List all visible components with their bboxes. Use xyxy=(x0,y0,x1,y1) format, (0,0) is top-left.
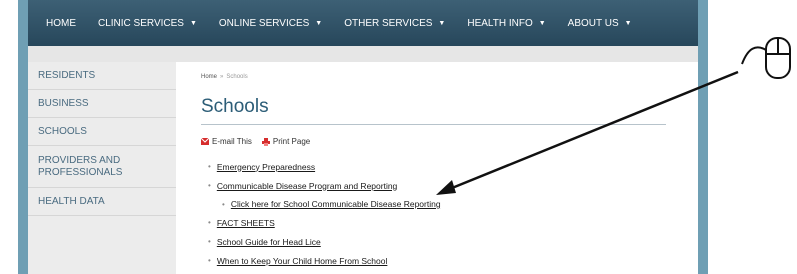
bullet-icon: • xyxy=(208,181,211,190)
communicable-disease-link[interactable]: Communicable Disease Program and Reporti… xyxy=(217,181,397,191)
nav-item-other-services[interactable]: OTHER SERVICES ▼ xyxy=(344,18,445,29)
sidebar-item-label: SCHOOLS xyxy=(38,126,87,137)
list-item: • Communicable Disease Program and Report… xyxy=(208,176,441,195)
bullet-icon: • xyxy=(208,218,211,227)
bullet-icon: • xyxy=(208,256,211,265)
breadcrumb-home-link[interactable]: Home xyxy=(201,74,217,80)
emergency-preparedness-link[interactable]: Emergency Preparedness xyxy=(217,162,315,172)
sidebar-item-business[interactable]: BUSINESS xyxy=(28,90,176,118)
sidebar-item-schools[interactable]: SCHOOLS xyxy=(28,118,176,146)
envelope-icon xyxy=(201,138,209,145)
head-lice-guide-link[interactable]: School Guide for Head Lice xyxy=(217,237,321,247)
page-tools: E-mail This Print Page xyxy=(201,137,320,146)
chevron-down-icon: ▼ xyxy=(538,19,546,27)
email-this-label: E-mail This xyxy=(212,137,252,146)
main-content: Home» Schools Schools E-mail This Print P… xyxy=(176,62,698,274)
sidebar-item-providers[interactable]: PROVIDERS AND PROFESSIONALS xyxy=(28,146,176,188)
sidebar-item-label: BUSINESS xyxy=(38,98,89,109)
sidebar-item-label: HEALTH DATA xyxy=(38,196,105,207)
list-item: • When to Keep Your Child Home From Schoo… xyxy=(208,251,441,270)
nav-item-label: ONLINE SERVICES xyxy=(218,17,310,29)
nav-item-label: CLINIC SERVICES xyxy=(98,17,184,29)
chevron-down-icon: ▼ xyxy=(438,19,446,27)
nav-item-about-us[interactable]: ABOUT US ▼ xyxy=(568,18,632,29)
nav-item-label: ABOUT US xyxy=(567,17,619,29)
breadcrumb: Home» Schools xyxy=(201,74,248,80)
keep-child-home-link[interactable]: When to Keep Your Child Home From School xyxy=(217,256,388,266)
nav-item-label: HOME xyxy=(46,17,76,29)
nav-item-label: OTHER SERVICES xyxy=(344,17,433,29)
chevron-down-icon: ▼ xyxy=(189,19,197,27)
header-strip xyxy=(28,46,698,62)
breadcrumb-separator: » xyxy=(220,74,224,80)
bullet-icon: • xyxy=(208,237,211,246)
top-navigation: HOME CLINIC SERVICES ▼ ONLINE SERVICES ▼ O… xyxy=(28,0,698,46)
page-title: Schools xyxy=(201,96,269,117)
school-reporting-link[interactable]: Click here for School Communicable Disea… xyxy=(231,199,441,209)
nav-item-health-info[interactable]: HEALTH INFO ▼ xyxy=(467,18,545,29)
chevron-down-icon: ▼ xyxy=(624,19,632,27)
list-item: • FACT SHEETS xyxy=(208,213,441,232)
nav-item-label: HEALTH INFO xyxy=(467,17,533,29)
sidebar: RESIDENTS BUSINESS SCHOOLS PROVIDERS AND… xyxy=(28,62,176,274)
nav-item-home[interactable]: HOME xyxy=(46,18,76,29)
printer-icon xyxy=(261,137,270,146)
chevron-down-icon: ▼ xyxy=(315,19,323,27)
sidebar-item-residents[interactable]: RESIDENTS xyxy=(28,62,176,90)
resource-links: • Emergency Preparedness • Communicable Di… xyxy=(208,157,441,270)
sidebar-item-label: RESIDENTS xyxy=(38,70,96,81)
sidebar-item-health-data[interactable]: HEALTH DATA xyxy=(28,188,176,216)
breadcrumb-current: Schools xyxy=(226,74,248,80)
email-this-button[interactable]: E-mail This xyxy=(201,137,252,146)
list-item: • Emergency Preparedness xyxy=(208,157,441,176)
nav-item-online-services[interactable]: ONLINE SERVICES ▼ xyxy=(219,18,322,29)
nav-item-clinic-services[interactable]: CLINIC SERVICES ▼ xyxy=(98,18,197,29)
bullet-icon: • xyxy=(208,162,211,171)
mouse-icon xyxy=(741,37,791,79)
bullet-icon: • xyxy=(222,199,225,209)
list-item: • Click here for School Communicable Dise… xyxy=(208,195,441,213)
list-item: • School Guide for Head Lice xyxy=(208,232,441,251)
sidebar-item-label: PROVIDERS AND PROFESSIONALS xyxy=(38,154,123,178)
title-divider xyxy=(201,124,666,125)
print-page-button[interactable]: Print Page xyxy=(261,137,311,146)
fact-sheets-link[interactable]: FACT SHEETS xyxy=(217,218,275,228)
print-page-label: Print Page xyxy=(272,137,311,146)
